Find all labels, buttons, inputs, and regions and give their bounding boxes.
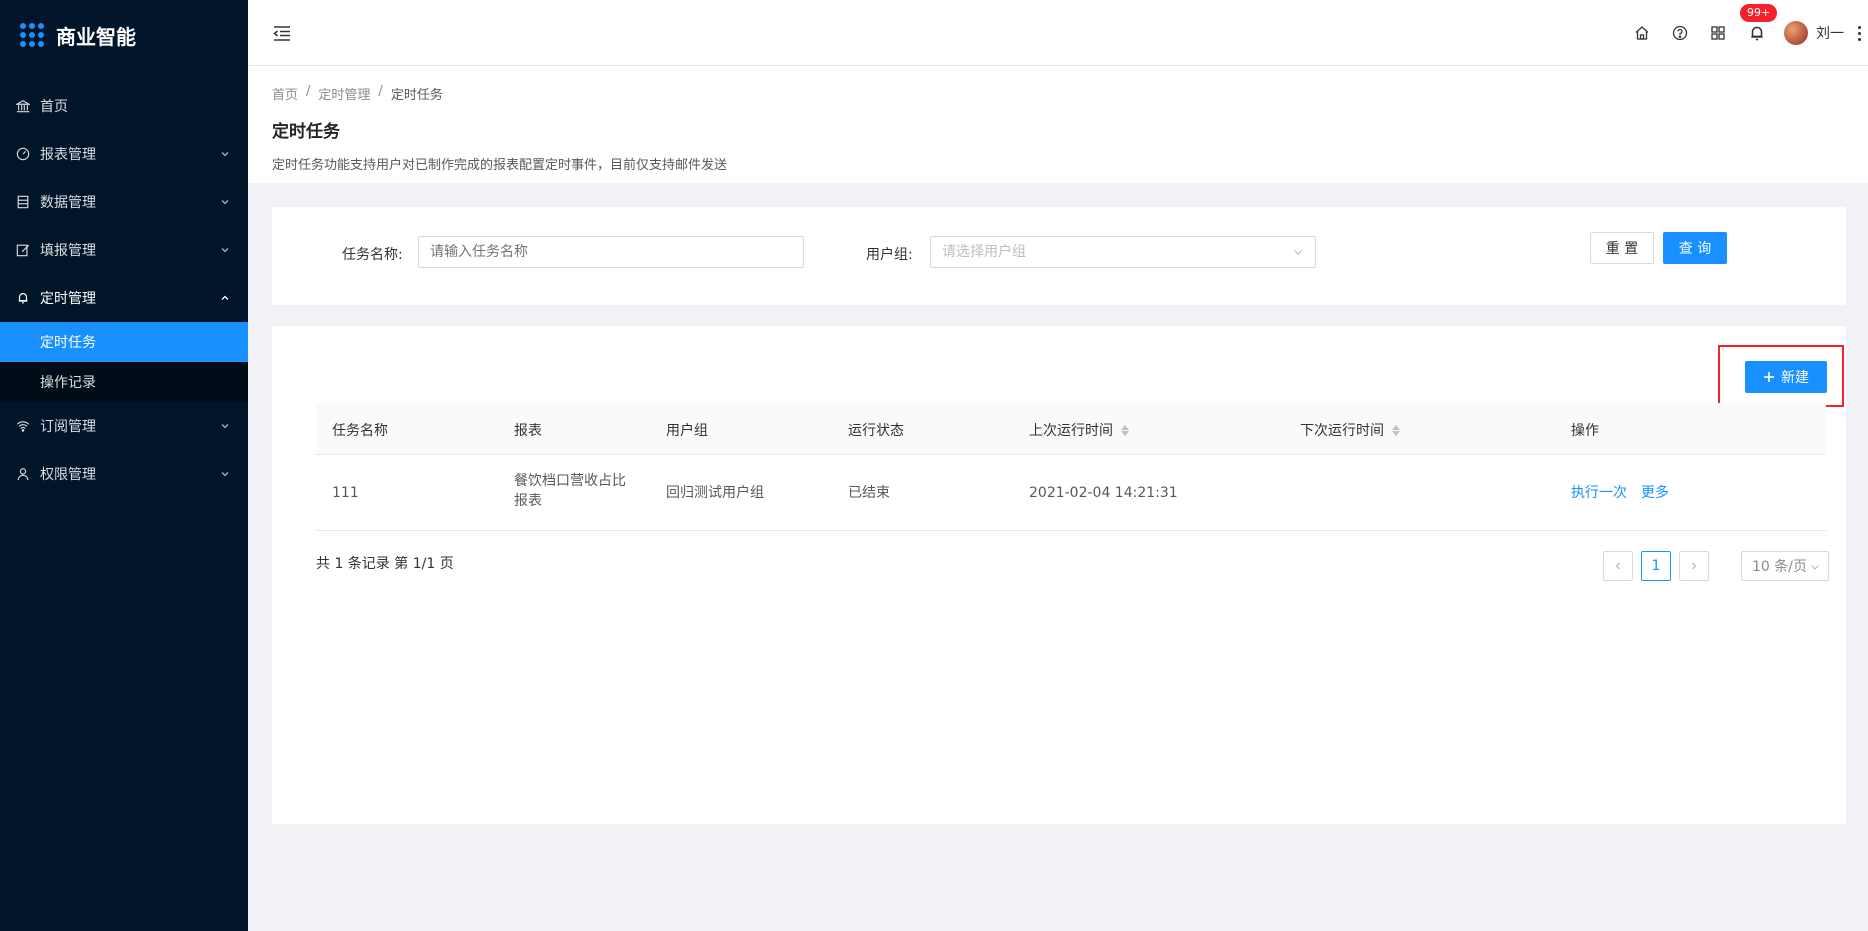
col-actions: 操作	[1571, 423, 1599, 439]
col-last-run[interactable]: 上次运行时间	[1029, 420, 1129, 440]
breadcrumb: 首页 / 定时管理 / 定时任务	[272, 84, 1844, 103]
new-task-button[interactable]: 新建	[1745, 361, 1827, 393]
page-number[interactable]: 1	[1641, 551, 1671, 581]
sidebar-item-data[interactable]: 数据管理	[0, 178, 248, 226]
sidebar-item-home[interactable]: 首页	[0, 82, 248, 130]
sidebar-item-label: 定时管理	[40, 291, 96, 307]
cell-status: 已结束	[848, 485, 890, 501]
plus-icon	[1764, 372, 1774, 382]
submenu-schedule: 定时任务 操作记录	[0, 322, 248, 402]
task-name-label: 任务名称:	[342, 247, 403, 263]
chevron-right-icon	[1692, 562, 1697, 570]
chevron-up-icon	[221, 295, 229, 300]
pagination: 1 10 条/页	[1603, 551, 1829, 581]
notification-badge: 99+	[1740, 4, 1778, 22]
chevron-down-icon	[221, 200, 229, 205]
bell-icon	[1751, 26, 1763, 41]
breadcrumb-separator: /	[306, 84, 311, 99]
home-icon[interactable]	[1634, 25, 1650, 41]
notification-button[interactable]: 99+	[1740, 4, 1778, 42]
chevron-left-icon	[1615, 562, 1620, 570]
sort-icon[interactable]	[1121, 424, 1129, 436]
cell-report: 餐饮档口营收占比报表	[514, 473, 626, 509]
edit-icon	[16, 243, 30, 257]
breadcrumb-home[interactable]: 首页	[272, 84, 298, 103]
sidebar-item-fill[interactable]: 填报管理	[0, 226, 248, 274]
user-name[interactable]: 刘一	[1816, 23, 1844, 43]
query-button[interactable]: 查 询	[1663, 232, 1727, 264]
logo[interactable]: 商业智能	[0, 0, 248, 70]
dashboard-icon	[16, 147, 30, 161]
sidebar-item-schedule[interactable]: 定时管理	[0, 274, 248, 322]
breadcrumb-schedule[interactable]: 定时管理	[318, 84, 370, 103]
cell-task-name: 111	[332, 485, 359, 501]
apps-grid-icon	[20, 23, 44, 47]
next-page-button[interactable]	[1679, 551, 1709, 581]
breadcrumb-current: 定时任务	[390, 88, 443, 103]
bell-icon	[16, 291, 30, 305]
help-icon[interactable]	[1672, 25, 1688, 41]
user-icon	[16, 467, 30, 481]
sidebar-item-permissions[interactable]: 权限管理	[0, 450, 248, 498]
user-group-select[interactable]: 请选择用户组	[930, 236, 1316, 268]
col-status: 运行状态	[848, 423, 904, 439]
sidebar-item-label: 订阅管理	[40, 419, 96, 435]
cell-user-group: 回归测试用户组	[666, 485, 764, 501]
sidebar-item-scheduled-tasks[interactable]: 定时任务	[0, 322, 248, 362]
page-size-select[interactable]: 10 条/页	[1741, 551, 1829, 581]
sidebar-item-label: 报表管理	[40, 147, 96, 163]
more-link[interactable]: 更多	[1641, 483, 1669, 503]
chevron-down-icon	[1294, 250, 1302, 255]
page-size-value: 10 条/页	[1752, 559, 1807, 575]
new-task-label: 新建	[1781, 370, 1809, 386]
page-header: 首页 / 定时管理 / 定时任务 定时任务 定时任务功能支持用户对已制作完成的报…	[248, 66, 1868, 183]
run-once-link[interactable]: 执行一次	[1571, 483, 1627, 503]
sort-icon[interactable]	[1392, 424, 1400, 436]
task-table: 任务名称 报表 用户组 运行状态 上次运行时间 下次运行时间 操作 111 餐饮…	[316, 403, 1826, 531]
chevron-down-icon	[221, 424, 229, 429]
chevron-down-icon	[1811, 565, 1819, 570]
col-next-run[interactable]: 下次运行时间	[1300, 420, 1400, 440]
chevron-down-icon	[221, 248, 229, 253]
sidebar-item-reports[interactable]: 报表管理	[0, 130, 248, 178]
sidebar-item-subscription[interactable]: 订阅管理	[0, 402, 248, 450]
task-table-card: 新建 任务名称 报表 用户组 运行状态 上次运行时间 下次运行时间 操作 111…	[272, 326, 1846, 824]
app-title: 商业智能	[56, 24, 136, 49]
menu-fold-icon[interactable]	[272, 23, 292, 43]
breadcrumb-separator: /	[378, 84, 383, 99]
sidebar-item-label: 数据管理	[40, 195, 96, 211]
more-vertical-icon[interactable]	[1858, 25, 1862, 41]
table-row: 111 餐饮档口营收占比报表 回归测试用户组 已结束 2021-02-04 14…	[316, 455, 1826, 531]
chevron-down-icon	[221, 152, 229, 157]
col-report: 报表	[514, 423, 542, 439]
sidebar-item-label: 填报管理	[40, 243, 96, 259]
col-user-group: 用户组	[666, 423, 708, 439]
sidebar-item-label: 权限管理	[40, 467, 96, 483]
sidebar-menu: 首页 报表管理 数据管理 填报管理 定时管理 定时任务 操作记录 订阅管理 权限…	[0, 82, 248, 498]
col-task-name: 任务名称	[332, 423, 388, 439]
avatar[interactable]	[1784, 21, 1808, 45]
task-name-input[interactable]	[418, 236, 804, 268]
user-group-placeholder: 请选择用户组	[942, 244, 1026, 260]
database-icon	[16, 195, 30, 209]
sidebar: 商业智能 首页 报表管理 数据管理 填报管理 定时管理 定时任务 操作记录 订阅…	[0, 0, 248, 931]
table-header: 任务名称 报表 用户组 运行状态 上次运行时间 下次运行时间 操作	[316, 403, 1826, 455]
cell-last-run: 2021-02-04 14:21:31	[1029, 485, 1178, 501]
search-form: 任务名称: 用户组: 请选择用户组 重 置 查 询	[272, 207, 1846, 305]
sidebar-item-operation-log[interactable]: 操作记录	[0, 362, 248, 402]
user-group-label: 用户组:	[866, 247, 913, 263]
reset-button[interactable]: 重 置	[1590, 232, 1654, 264]
sidebar-item-label: 首页	[40, 99, 68, 115]
chevron-down-icon	[221, 472, 229, 477]
page-title: 定时任务	[272, 122, 340, 142]
bank-icon	[16, 99, 30, 113]
top-header: 99+ 刘一	[248, 0, 1868, 66]
total-records: 共 1 条记录 第 1/1 页	[316, 556, 454, 572]
header-actions: 99+ 刘一	[1634, 0, 1868, 66]
prev-page-button[interactable]	[1603, 551, 1633, 581]
page-description: 定时任务功能支持用户对已制作完成的报表配置定时事件，目前仅支持邮件发送	[272, 158, 728, 173]
appstore-icon[interactable]	[1710, 25, 1726, 41]
wifi-icon	[16, 419, 30, 433]
